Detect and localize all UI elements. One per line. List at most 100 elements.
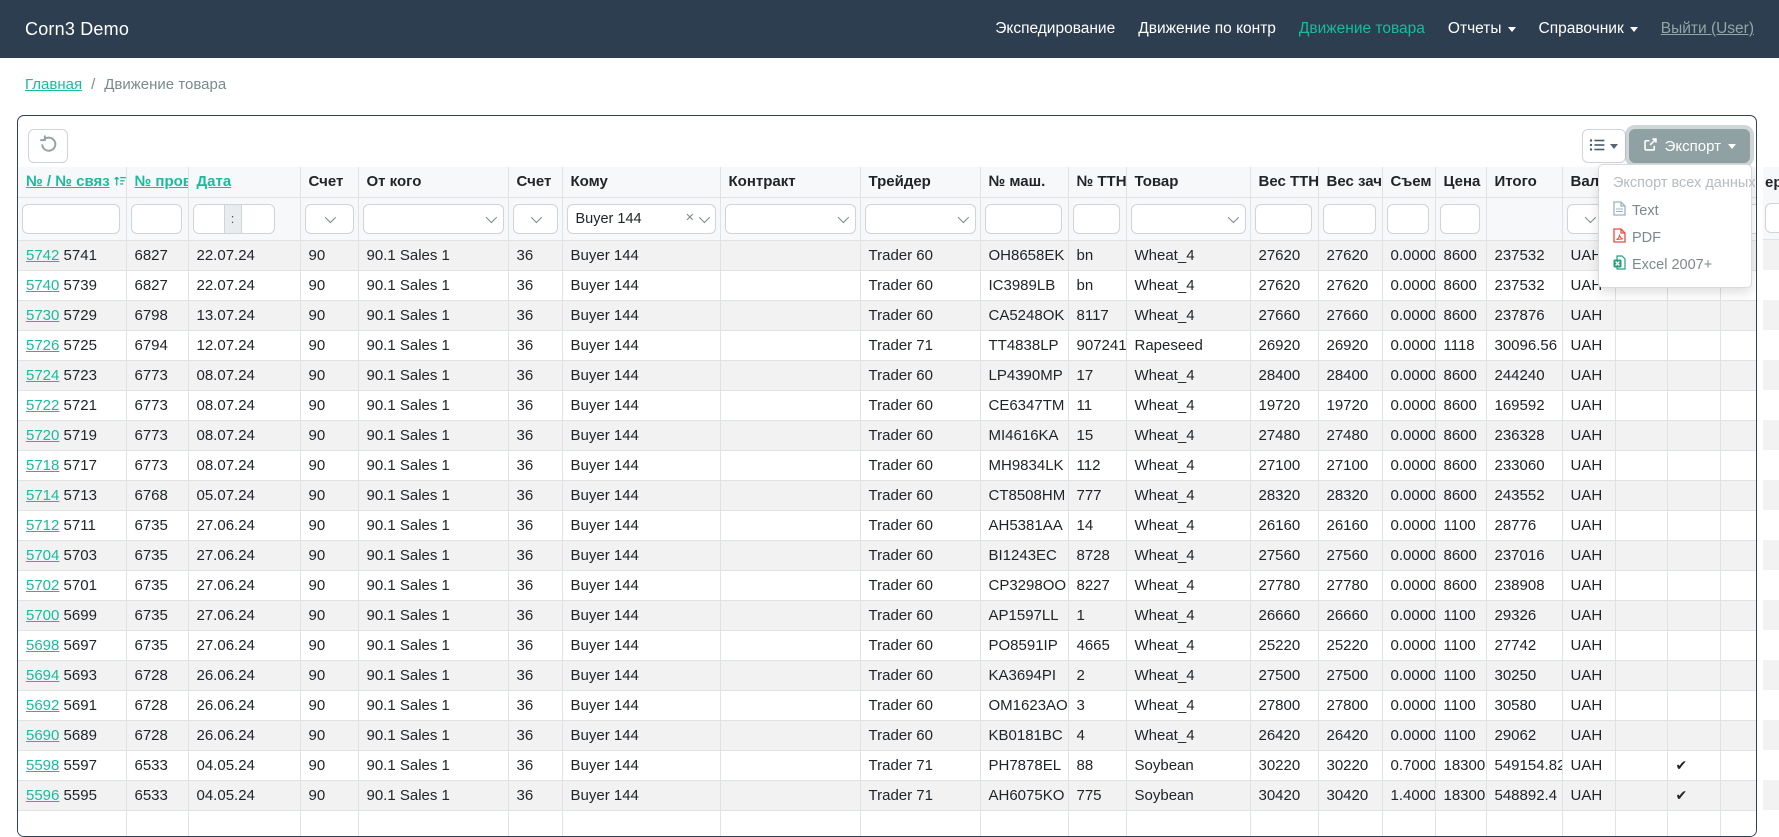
app-brand[interactable]: Corn3 Demo <box>25 19 129 40</box>
cell-product <box>1126 810 1250 837</box>
table-row: 5704 5703673527.06.249090.1 Sales 136Buy… <box>18 540 1757 570</box>
cell-price: 1100 <box>1435 630 1486 660</box>
record-link[interactable]: 5692 <box>26 697 59 714</box>
record-link[interactable]: 5702 <box>26 577 59 594</box>
chevron-down-icon <box>485 211 496 222</box>
filter-select-acc-to[interactable] <box>513 204 558 234</box>
cell-truck: KA3694PI <box>980 660 1068 690</box>
nav-item-справочник[interactable]: Справочник <box>1539 20 1638 38</box>
export-menu-item-pdf[interactable]: PDF <box>1599 224 1751 251</box>
cell-date: 26.06.24 <box>188 690 300 720</box>
filter-cell-trader <box>860 197 980 240</box>
cell-contract <box>720 300 860 330</box>
filter-input-removal[interactable] <box>1387 204 1429 234</box>
nav-item-движение-по-контр[interactable]: Движение по контр <box>1138 20 1276 38</box>
nav-item-отчеты[interactable]: Отчеты <box>1448 20 1516 38</box>
record-link[interactable]: 5712 <box>26 517 59 534</box>
record-link[interactable]: 5694 <box>26 667 59 684</box>
filter-input-weight-ttn[interactable] <box>1255 204 1312 234</box>
cell-currency: UAH <box>1562 570 1615 600</box>
filter-cell-total <box>1486 197 1562 240</box>
cell-removal: 0.0000 <box>1382 540 1435 570</box>
cell-acc-from: 90 <box>300 300 358 330</box>
filter-input-prov[interactable] <box>131 204 182 234</box>
cell-trader: Trader 71 <box>860 780 980 810</box>
filter-select-from[interactable] <box>363 204 504 234</box>
cell-from: 90.1 Sales 1 <box>358 750 508 780</box>
nav-item-экспедирование[interactable]: Экспедирование <box>995 20 1115 38</box>
cell-currency: UAH <box>1562 690 1615 720</box>
cell-contract <box>720 600 860 630</box>
filter-input-price[interactable] <box>1440 204 1480 234</box>
record-link[interactable]: 5722 <box>26 397 59 414</box>
filter-input-ttn[interactable] <box>1073 204 1120 234</box>
cell-ttn <box>1068 810 1126 837</box>
clipped-column-filter[interactable] <box>1765 203 1779 233</box>
cell-product: Soybean <box>1126 780 1250 810</box>
filter-cell-to: Buyer 144✕ <box>562 197 720 240</box>
cell-date: 05.07.24 <box>188 480 300 510</box>
cell-removal: 0.0000 <box>1382 630 1435 660</box>
record-link[interactable]: 5700 <box>26 607 59 624</box>
filter-select-trader[interactable] <box>865 204 976 234</box>
record-link[interactable]: 5726 <box>26 337 59 354</box>
sort-link-num[interactable]: № / № связ <box>26 173 110 190</box>
record-link[interactable]: 5730 <box>26 307 59 324</box>
breadcrumb-home-link[interactable]: Главная <box>25 76 82 93</box>
column-header-date: Дата <box>188 167 300 197</box>
record-link[interactable]: 5698 <box>26 637 59 654</box>
record-link[interactable]: 5720 <box>26 427 59 444</box>
cell-date <box>188 810 300 837</box>
cell-extra-1 <box>1615 570 1667 600</box>
cell-date: 27.06.24 <box>188 510 300 540</box>
export-menu-item-text[interactable]: Text <box>1599 197 1751 224</box>
logout-link[interactable]: Выйти (User) <box>1661 20 1754 38</box>
export-button[interactable]: Экспорт <box>1629 129 1750 163</box>
filter-input-truck[interactable] <box>985 204 1062 234</box>
sort-link-date[interactable]: Дата <box>197 173 232 190</box>
cell-date: 22.07.24 <box>188 270 300 300</box>
record-link[interactable]: 5596 <box>26 787 59 804</box>
cell-extra-2 <box>1720 690 1757 720</box>
filter-select-product[interactable] <box>1131 204 1246 234</box>
cell-weight-net: 28320 <box>1318 480 1382 510</box>
cell-to: Buyer 144 <box>562 660 720 690</box>
record-link[interactable]: 5718 <box>26 457 59 474</box>
filter-input-weight-net[interactable] <box>1323 204 1376 234</box>
cell-date: 26.06.24 <box>188 720 300 750</box>
refresh-button[interactable] <box>28 129 68 163</box>
record-link[interactable]: 5724 <box>26 367 59 384</box>
cell-trader: Trader 60 <box>860 570 980 600</box>
cell-ttn: 14 <box>1068 510 1126 540</box>
cell-extra-2 <box>1720 360 1757 390</box>
filter-cell-acc-from <box>300 197 358 240</box>
filter-input-num[interactable] <box>22 204 120 234</box>
filter-combo-to[interactable]: Buyer 144✕ <box>567 204 716 234</box>
cell-status <box>1667 600 1720 630</box>
column-settings-button[interactable] <box>1582 129 1626 163</box>
cell-date: 12.07.24 <box>188 330 300 360</box>
clear-icon[interactable]: ✕ <box>685 213 694 224</box>
filter-select-acc-from[interactable] <box>305 204 354 234</box>
record-link[interactable]: 5598 <box>26 757 59 774</box>
cell-removal: 1.4000 <box>1382 780 1435 810</box>
record-link[interactable]: 5740 <box>26 277 59 294</box>
record-link[interactable]: 5742 <box>26 247 59 264</box>
nav-item-движение-товара[interactable]: Движение товара <box>1299 20 1425 38</box>
sort-link-prov[interactable]: № пров. <box>135 173 189 190</box>
filter-date-from[interactable] <box>194 205 224 233</box>
cell-trader: Trader 60 <box>860 690 980 720</box>
cell-status <box>1667 390 1720 420</box>
record-link[interactable]: 5704 <box>26 547 59 564</box>
record-link[interactable]: 5714 <box>26 487 59 504</box>
filter-date-to[interactable] <box>242 205 272 233</box>
filter-select-contract[interactable] <box>725 204 856 234</box>
cell-ttn: 88 <box>1068 750 1126 780</box>
cell-acc-from: 90 <box>300 240 358 270</box>
cell-weight-ttn: 27660 <box>1250 300 1318 330</box>
record-link[interactable]: 5690 <box>26 727 59 744</box>
cell-weight-net: 27620 <box>1318 270 1382 300</box>
table-row: 5714 5713676805.07.249090.1 Sales 136Buy… <box>18 480 1757 510</box>
export-menu-item-excel[interactable]: Excel 2007+ <box>1599 251 1751 278</box>
cell-extra-1 <box>1615 660 1667 690</box>
